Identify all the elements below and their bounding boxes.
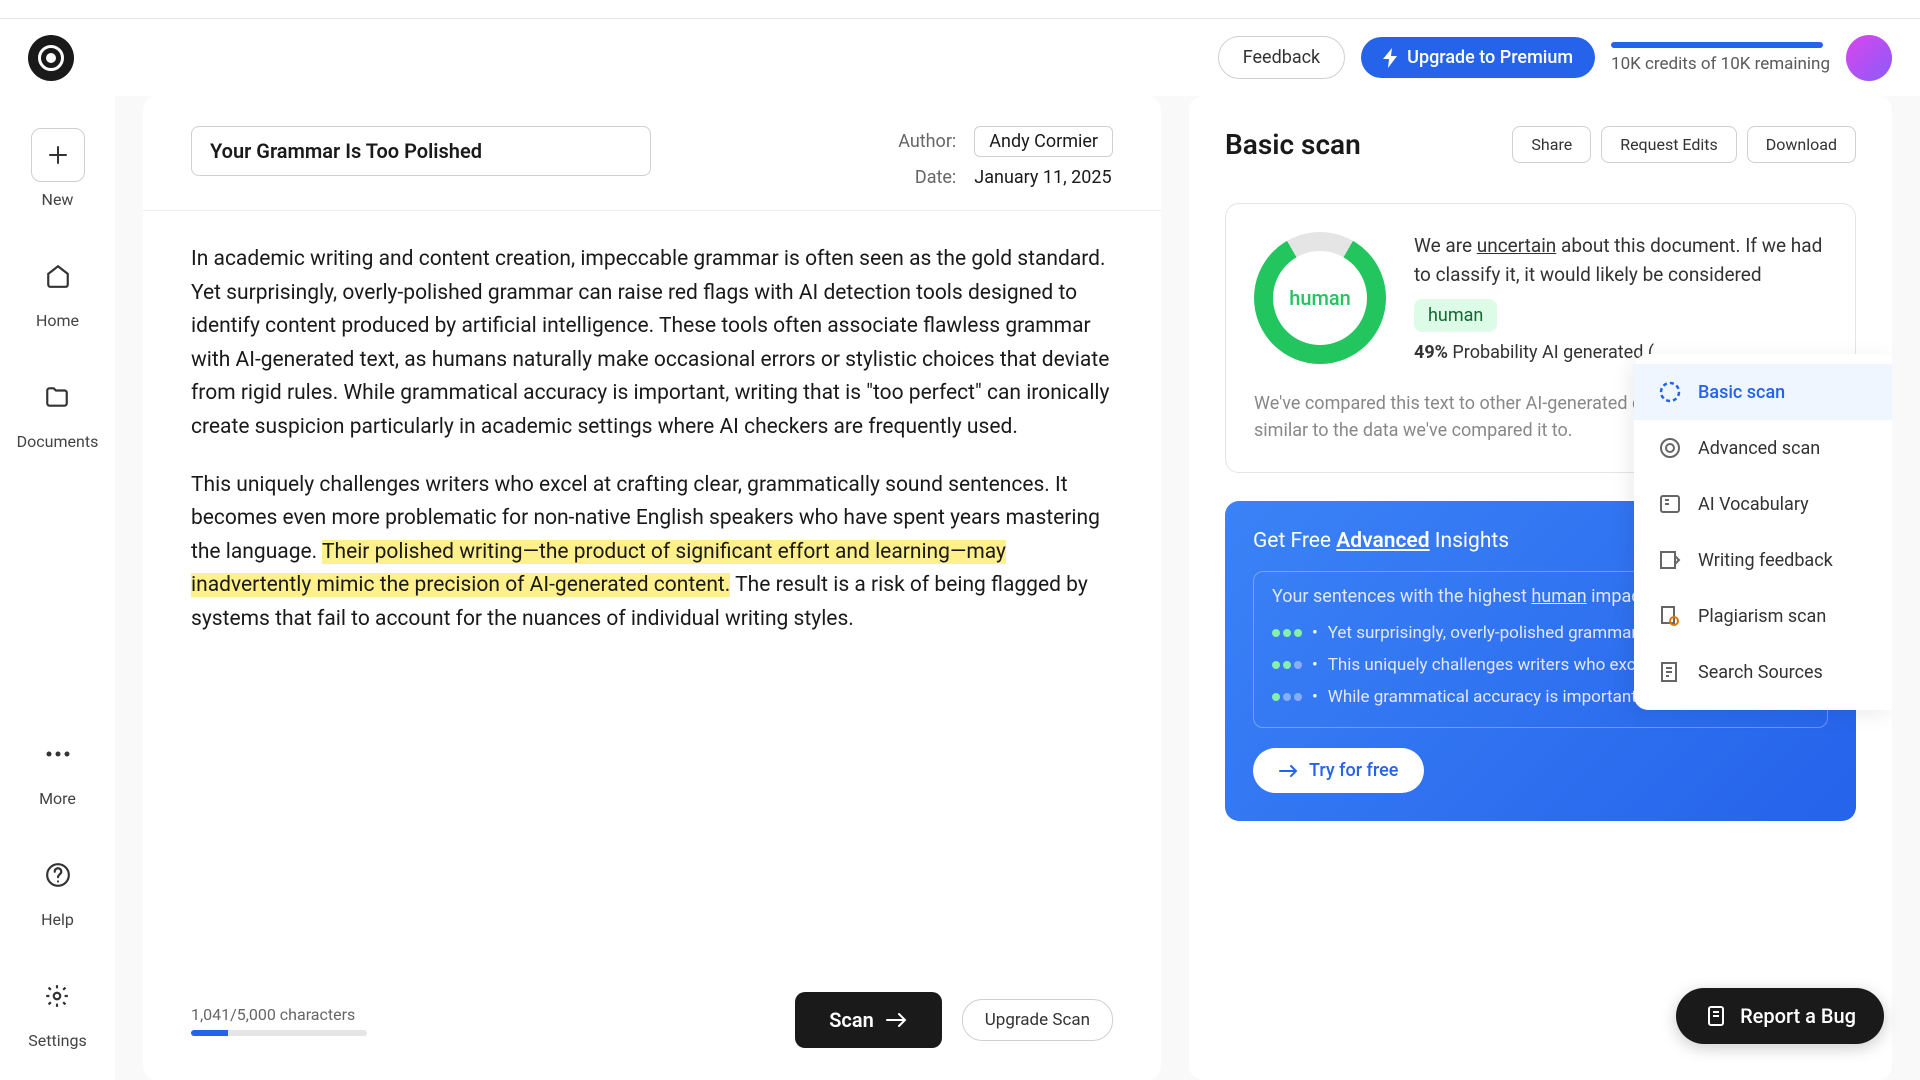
sidebar-new[interactable]: New — [31, 128, 85, 209]
paragraph-2: This uniquely challenges writers who exc… — [191, 469, 1113, 637]
date-value: January 11, 2025 — [974, 167, 1111, 188]
feedback-icon — [1658, 548, 1682, 572]
tool-label: Basic scan — [1698, 382, 1785, 403]
share-button[interactable]: Share — [1512, 126, 1591, 163]
tool-label: Plagiarism scan — [1698, 606, 1826, 627]
human-badge: human — [1414, 299, 1497, 332]
request-edits-button[interactable]: Request Edits — [1601, 126, 1737, 163]
browser-topbar — [0, 0, 1920, 19]
dots-icon — [31, 727, 85, 781]
report-bug-label: Report a Bug — [1740, 1004, 1856, 1028]
tool-advanced-scan[interactable]: Advanced scan — [1634, 420, 1892, 476]
classification-text: We are uncertain about this document. If… — [1414, 232, 1827, 289]
document-title-input[interactable] — [191, 126, 651, 176]
sidebar-home-label: Home — [36, 311, 79, 330]
tool-ai-vocabulary[interactable]: AI Vocabulary — [1634, 476, 1892, 532]
sidebar: New Home Documents More Help — [0, 96, 115, 1080]
sidebar-settings[interactable]: Settings — [28, 969, 86, 1050]
lightning-icon — [1383, 48, 1399, 68]
plus-icon — [31, 128, 85, 182]
document-panel: Author: Andy Cormier Date: January 11, 2… — [143, 96, 1161, 1080]
tool-plagiarism-scan[interactable]: Plagiarism scan — [1634, 588, 1892, 644]
target-icon — [1658, 436, 1682, 460]
sidebar-settings-label: Settings — [28, 1031, 86, 1050]
arrow-right-icon — [1279, 764, 1299, 778]
gauge-label: human — [1273, 251, 1367, 345]
sidebar-docs-label: Documents — [17, 432, 99, 451]
tool-label: Writing feedback — [1698, 550, 1833, 571]
report-bug-button[interactable]: Report a Bug — [1676, 988, 1884, 1044]
scan-button[interactable]: Scan — [795, 992, 942, 1048]
home-icon — [31, 249, 85, 303]
sources-icon — [1658, 660, 1682, 684]
tools-menu: Basic scan Advanced scan AI Vocabulary — [1634, 354, 1892, 710]
app-header: Feedback Upgrade to Premium 10K credits … — [0, 19, 1920, 96]
bug-icon — [1704, 1004, 1728, 1028]
plagiarism-icon — [1658, 604, 1682, 628]
probability-gauge: human — [1254, 232, 1386, 364]
author-label: Author: — [886, 131, 956, 152]
scan-label: Scan — [829, 1008, 874, 1032]
tool-label: AI Vocabulary — [1698, 494, 1809, 515]
sidebar-home[interactable]: Home — [31, 249, 85, 330]
character-count: 1,041/5,000 characters — [191, 1005, 367, 1024]
tool-writing-feedback[interactable]: Writing feedback — [1634, 532, 1892, 588]
sidebar-more[interactable]: More — [31, 727, 85, 808]
author-value[interactable]: Andy Cormier — [974, 126, 1113, 157]
tool-label: Search Sources — [1698, 662, 1823, 683]
tool-basic-scan[interactable]: Basic scan — [1634, 364, 1892, 420]
folder-icon — [30, 370, 84, 424]
upgrade-label: Upgrade to Premium — [1407, 47, 1573, 68]
credits-bar — [1611, 42, 1823, 48]
download-button[interactable]: Download — [1747, 126, 1856, 163]
tool-label: Advanced scan — [1698, 438, 1820, 459]
date-label: Date: — [886, 167, 956, 188]
credits-block: 10K credits of 10K remaining — [1611, 42, 1830, 74]
scan-title: Basic scan — [1225, 128, 1361, 161]
help-icon — [31, 848, 85, 902]
character-bar — [191, 1030, 367, 1036]
upgrade-premium-button[interactable]: Upgrade to Premium — [1361, 37, 1595, 78]
sidebar-help-label: Help — [41, 910, 74, 929]
paragraph-1: In academic writing and content creation… — [191, 243, 1113, 445]
tool-search-sources[interactable]: Search Sources — [1634, 644, 1892, 700]
sidebar-new-label: New — [42, 190, 74, 209]
try-label: Try for free — [1309, 760, 1398, 781]
app-logo[interactable] — [28, 35, 74, 81]
credits-text: 10K credits of 10K remaining — [1611, 54, 1830, 74]
upgrade-scan-button[interactable]: Upgrade Scan — [962, 999, 1113, 1041]
sidebar-help[interactable]: Help — [31, 848, 85, 929]
arrow-right-icon — [886, 1012, 908, 1028]
document-body[interactable]: In academic writing and content creation… — [143, 211, 1161, 972]
sidebar-more-label: More — [39, 789, 76, 808]
book-icon — [1658, 492, 1682, 516]
avatar[interactable] — [1846, 35, 1892, 81]
gear-icon — [30, 969, 84, 1023]
sidebar-documents[interactable]: Documents — [17, 370, 99, 451]
radar-icon — [1658, 380, 1682, 404]
scan-panel: Basic scan Share Request Edits Download … — [1189, 96, 1892, 1080]
try-free-button[interactable]: Try for free — [1253, 748, 1424, 793]
feedback-button[interactable]: Feedback — [1218, 36, 1345, 79]
